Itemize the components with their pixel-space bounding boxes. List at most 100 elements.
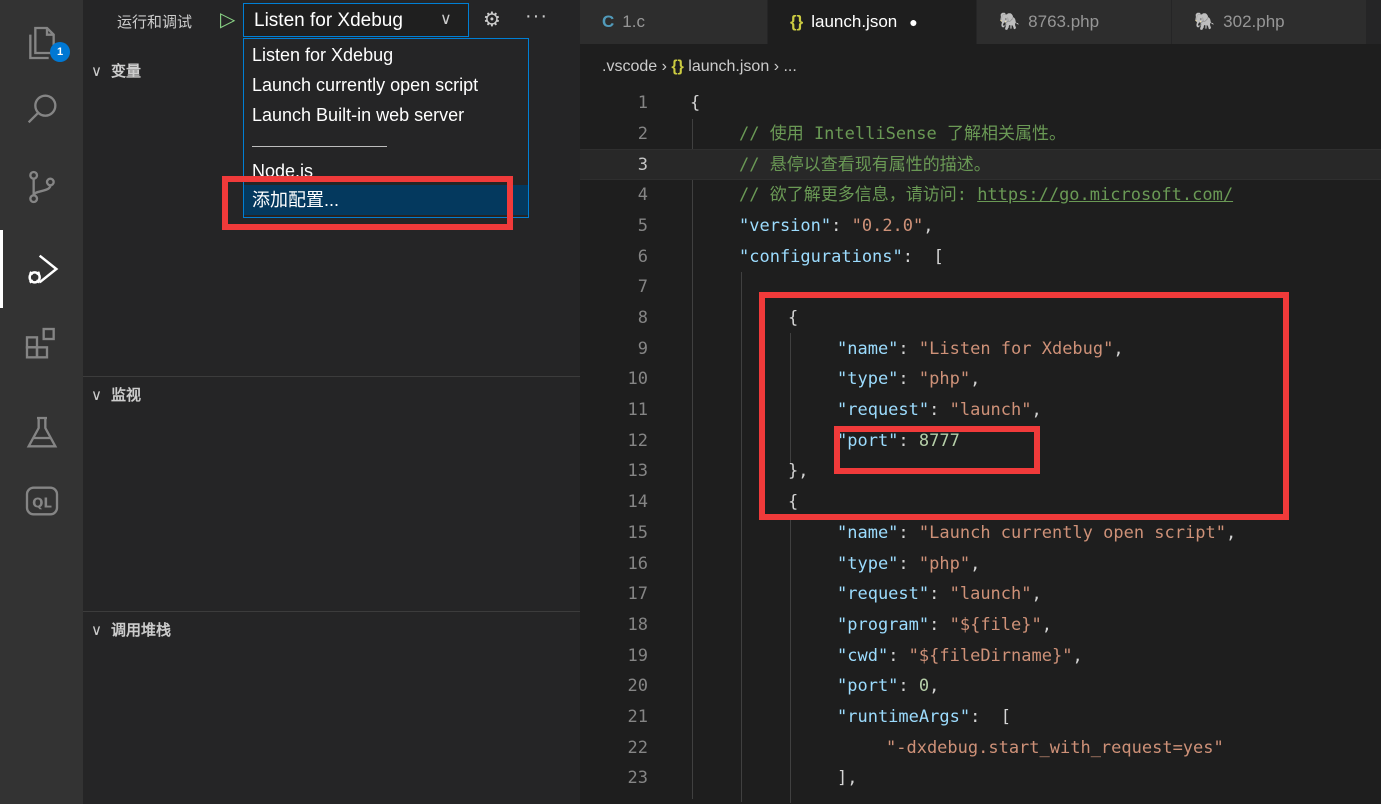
tab-launch-json[interactable]: {} launch.json ● xyxy=(768,0,977,44)
code-text: "port": 0, xyxy=(837,676,940,697)
start-debugging-button[interactable]: ▷ xyxy=(220,9,235,31)
activity-bar: 1 QL xyxy=(0,0,83,804)
json-file-icon: {} xyxy=(790,12,804,31)
code-line[interactable]: 18 "program": "${file}", xyxy=(580,610,1381,641)
line-number: 2 xyxy=(637,123,648,144)
dropdown-item[interactable]: Launch currently open script xyxy=(252,75,478,96)
extensions-icon[interactable] xyxy=(0,305,83,383)
code-line[interactable]: 23], xyxy=(580,763,1381,794)
section-variables[interactable]: ∨ 变量 xyxy=(91,60,141,81)
code-text: "configurations": [ xyxy=(739,246,944,267)
php-file-icon: 🐘 xyxy=(1194,12,1216,31)
code-text: ], xyxy=(837,763,857,794)
tab-302-php[interactable]: 🐘 302.php xyxy=(1172,0,1367,44)
json-key: "cwd" xyxy=(837,645,889,666)
section-variables-label: 变量 xyxy=(111,63,142,80)
section-watch-label: 监视 xyxy=(111,387,142,404)
line-number: 19 xyxy=(627,645,648,666)
json-key: "port" xyxy=(837,676,899,697)
breadcrumb-folder[interactable]: .vscode xyxy=(602,58,657,75)
code-link: https://go.microsoft.com/ xyxy=(977,185,1234,206)
tab-bar: C 1.c {} launch.json ● 🐘 8763.php 🐘 302.… xyxy=(580,0,1381,44)
line-number: 9 xyxy=(637,338,648,359)
line-number: 8 xyxy=(637,307,648,328)
dropdown-separator xyxy=(252,146,387,147)
code-punct: , xyxy=(923,215,934,236)
code-text: "runtimeArgs": [ xyxy=(837,707,1012,727)
line-number: 22 xyxy=(627,737,648,758)
tab-1-c[interactable]: C 1.c xyxy=(580,0,768,44)
code-text: "name": "Launch currently open script", xyxy=(837,522,1237,543)
code-line[interactable]: 6 "configurations": [ xyxy=(580,242,1381,273)
run-debug-icon[interactable] xyxy=(0,230,83,308)
debug-config-select[interactable]: Listen for Xdebug ∨ xyxy=(243,3,469,37)
chevron-down-icon: ∨ xyxy=(91,63,102,80)
tab-label: 302.php xyxy=(1223,12,1285,31)
json-key: "request" xyxy=(837,584,930,605)
codeql-icon[interactable]: QL xyxy=(0,462,83,540)
gear-icon[interactable]: ⚙ xyxy=(483,7,501,32)
code-line[interactable]: 5 "version": "0.2.0", xyxy=(580,211,1381,242)
line-number: 10 xyxy=(627,369,648,390)
json-file-icon: {} xyxy=(671,58,684,75)
c-file-icon: C xyxy=(602,12,615,31)
code-line[interactable]: 1{ xyxy=(580,88,1381,119)
code-comment: // 悬停以查看现有属性的描述。 xyxy=(739,155,991,176)
json-key: "runtimeArgs" xyxy=(837,707,971,727)
breadcrumb-symbol[interactable]: ... xyxy=(783,58,796,75)
json-key: "type" xyxy=(837,553,899,574)
code-text: "-dxdebug.start_with_request=yes" xyxy=(886,733,1224,764)
code-text: "request": "launch", xyxy=(837,584,1042,605)
search-icon[interactable] xyxy=(0,70,83,148)
line-number: 7 xyxy=(637,277,648,298)
line-number: 17 xyxy=(627,584,648,605)
code-line[interactable]: 17 "request": "launch", xyxy=(580,579,1381,610)
breadcrumb-separator: › xyxy=(661,58,667,75)
php-file-icon: 🐘 xyxy=(999,12,1021,31)
chevron-down-icon: ∨ xyxy=(91,622,102,639)
line-number: 4 xyxy=(637,185,648,206)
tab-label: launch.json xyxy=(811,12,898,31)
dropdown-item[interactable]: Launch Built-in web server xyxy=(252,105,464,126)
modified-dot-icon[interactable]: ● xyxy=(909,14,917,30)
code-punct: , xyxy=(1041,614,1052,635)
code-line[interactable]: 16 "type": "php", xyxy=(580,549,1381,580)
code-line[interactable]: 2 // 使用 IntelliSense 了解相关属性。 xyxy=(580,119,1381,150)
section-call-stack[interactable]: ∨ 调用堆栈 xyxy=(91,619,171,640)
code-punct: , xyxy=(970,553,981,574)
code-line[interactable]: 15 "name": "Launch currently open script"… xyxy=(580,518,1381,549)
source-control-icon[interactable] xyxy=(0,148,83,226)
section-call-stack-label: 调用堆栈 xyxy=(111,622,172,639)
chevron-down-icon: ∨ xyxy=(91,387,102,404)
section-divider xyxy=(83,611,580,612)
code-text: "program": "${file}", xyxy=(837,614,1052,635)
section-divider xyxy=(83,376,580,377)
highlight-box xyxy=(834,426,1040,474)
testing-icon[interactable] xyxy=(0,394,83,472)
more-actions-icon[interactable]: ··· xyxy=(525,5,548,28)
code-line[interactable]: 19 "cwd": "${fileDirname}", xyxy=(580,641,1381,672)
line-number: 16 xyxy=(627,553,648,574)
code-line[interactable]: 22 "-dxdebug.start_with_request=yes" xyxy=(580,733,1381,764)
code-line[interactable]: 3 // 悬停以查看现有属性的描述。 xyxy=(580,149,1381,181)
tab-8763-php[interactable]: 🐘 8763.php xyxy=(977,0,1172,44)
line-number: 6 xyxy=(637,246,648,267)
json-string: "${fileDirname}" xyxy=(908,645,1073,666)
code-line[interactable]: 21 "runtimeArgs": [ xyxy=(580,702,1381,733)
debug-config-value: Listen for Xdebug xyxy=(254,10,403,31)
dropdown-item[interactable]: Listen for Xdebug xyxy=(252,45,393,66)
json-key: "configurations" xyxy=(739,246,903,267)
svg-text:QL: QL xyxy=(32,497,52,512)
line-number: 14 xyxy=(627,492,648,513)
section-watch[interactable]: ∨ 监视 xyxy=(91,384,141,405)
code-punct: [ xyxy=(923,246,944,267)
code-line[interactable]: 4 // 欲了解更多信息，请访问: https://go.microsoft.co… xyxy=(580,180,1381,211)
json-key: "version" xyxy=(739,215,832,236)
code-punct: , xyxy=(929,676,940,697)
highlight-box xyxy=(759,292,1289,520)
line-number: 5 xyxy=(637,215,648,236)
code-punct: , xyxy=(1225,522,1237,543)
json-key: "program" xyxy=(837,614,930,635)
breadcrumb-file[interactable]: launch.json xyxy=(688,58,769,75)
code-line[interactable]: 20 "port": 0, xyxy=(580,671,1381,702)
